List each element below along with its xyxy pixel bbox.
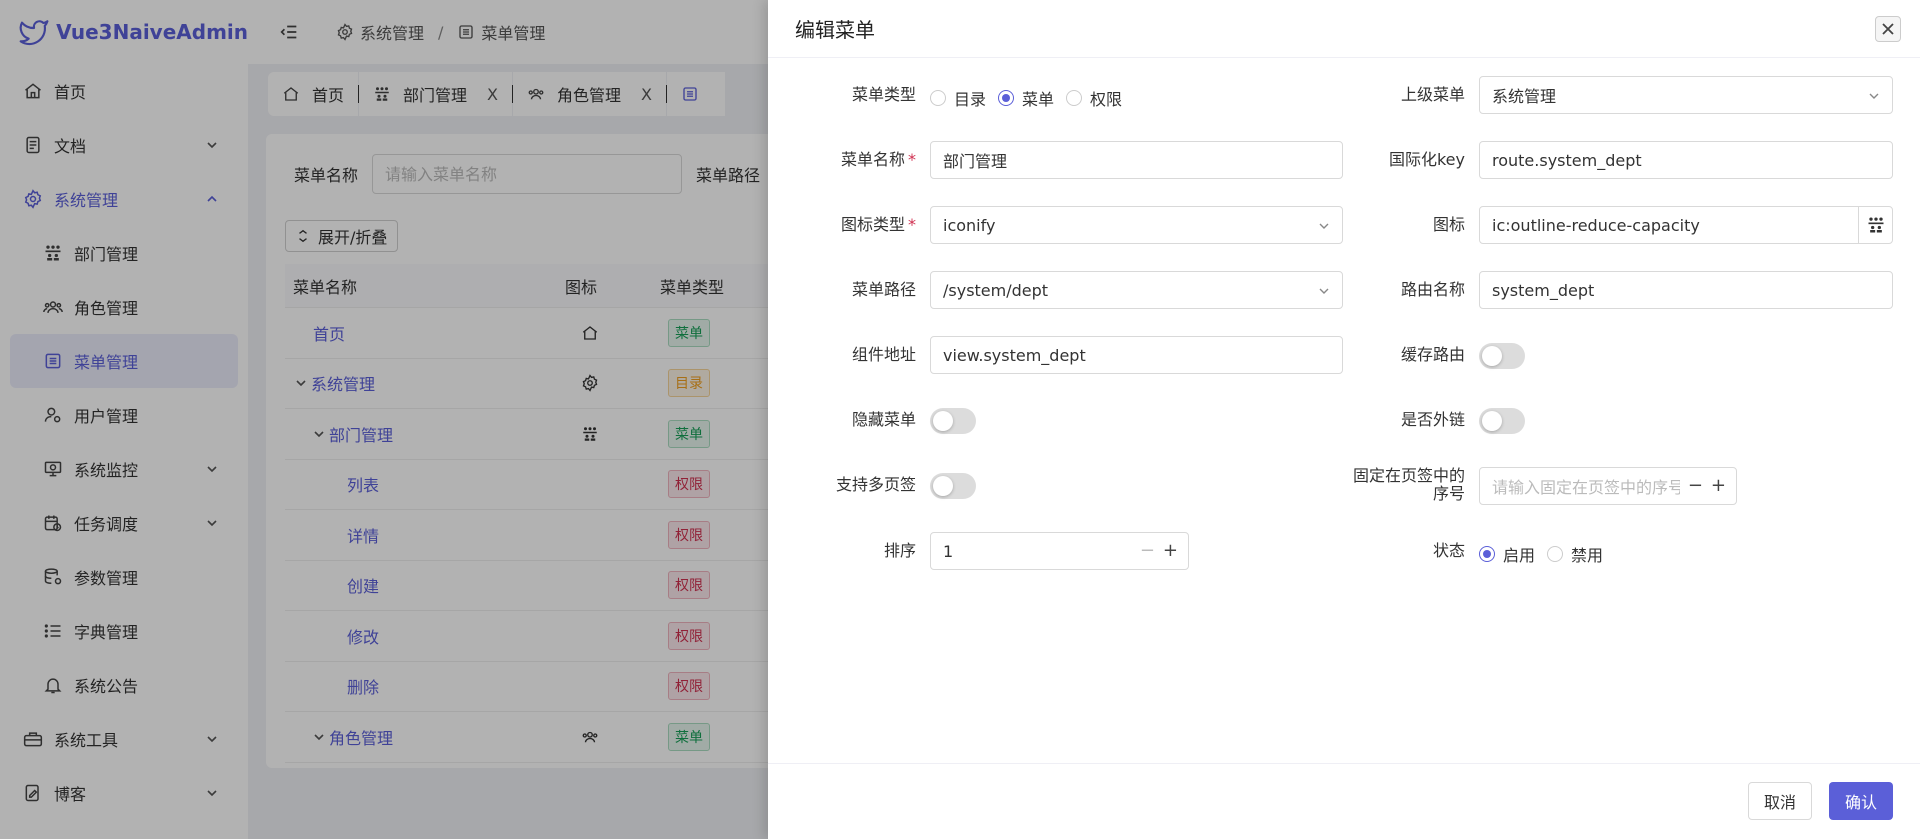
cancel-button[interactable]: 取消 (1748, 782, 1812, 820)
drawer-title: 编辑菜单 (795, 18, 875, 42)
parent-menu-value: 系统管理 (1492, 87, 1557, 106)
multi-tab-label: 支持多页签 (835, 475, 916, 494)
menu-name-value: 部门管理 (943, 152, 1008, 171)
close-icon (1882, 23, 1894, 35)
menu-path-value: /system/dept (943, 280, 1049, 300)
radio-label: 目录 (954, 90, 987, 109)
menu-name-label-text: 菜单名称 (840, 150, 905, 169)
menu-type-radio-group: 目录 菜单 权限 (930, 86, 1134, 110)
drawer-footer: 取消 确认 (768, 763, 1920, 839)
radio-circle (930, 90, 946, 106)
decrement-button[interactable]: − (1140, 542, 1155, 560)
parent-menu-select[interactable]: 系统管理 (1479, 76, 1893, 114)
chevron-down-icon (1869, 93, 1879, 99)
i18n-key-value: route.system_dept (1492, 150, 1642, 170)
required-mark: * (908, 150, 916, 169)
chevron-down-icon (1319, 223, 1329, 229)
radio-enabled[interactable]: 启用 (1479, 542, 1535, 566)
external-link-label: 是否外链 (1400, 410, 1465, 429)
icon-value: ic:outline-reduce-capacity (1492, 215, 1700, 235)
fixed-index-label-line1: 固定在页签中的 (1352, 466, 1465, 485)
radio-permission[interactable]: 权限 (1066, 86, 1122, 110)
icon-type-value: iconify (943, 215, 996, 235)
menu-name-input[interactable]: 部门管理 (930, 141, 1343, 179)
radio-disabled[interactable]: 禁用 (1547, 542, 1603, 566)
icon-type-label-text: 图标类型 (840, 215, 905, 234)
menu-path-label: 菜单路径 (851, 280, 916, 299)
close-button[interactable] (1875, 16, 1901, 42)
increment-button[interactable]: + (1163, 542, 1178, 560)
status-label: 状态 (1432, 541, 1465, 560)
radio-label: 权限 (1090, 90, 1123, 109)
component-label: 组件地址 (851, 345, 916, 364)
i18n-key-label: 国际化key (1388, 150, 1465, 169)
fixed-index-label-line2: 序号 (1432, 484, 1465, 503)
parent-menu-label: 上级菜单 (1400, 85, 1465, 104)
external-link-switch[interactable] (1479, 408, 1525, 434)
sort-label: 排序 (883, 541, 916, 560)
increment-button[interactable]: + (1711, 477, 1726, 495)
keep-alive-label: 缓存路由 (1400, 345, 1465, 364)
fixed-index-label: 固定在页签中的 序号 (1308, 467, 1465, 503)
route-name-value: system_dept (1492, 280, 1595, 300)
component-input[interactable]: view.system_dept (930, 336, 1343, 374)
menu-path-select[interactable]: /system/dept (930, 271, 1343, 309)
icon-type-select[interactable]: iconify (930, 206, 1343, 244)
fixed-index-stepper: − + (1688, 477, 1726, 495)
radio-label: 启用 (1503, 546, 1536, 565)
menu-type-label: 菜单类型 (851, 85, 916, 104)
fixed-index-placeholder: 请输入固定在页签中的序号 (1492, 478, 1680, 497)
edit-menu-drawer: 编辑菜单 菜单类型 目录 菜单 权限 上级菜单 系统管理 菜单名称 * 部门管理 … (768, 0, 1920, 839)
menu-name-label: 菜单名称 * (768, 151, 916, 169)
icon-picker-button[interactable] (1858, 207, 1892, 243)
icon-label: 图标 (1432, 215, 1465, 234)
sort-value: 1 (943, 541, 954, 561)
decrement-button[interactable]: − (1688, 477, 1703, 495)
radio-directory[interactable]: 目录 (930, 86, 986, 110)
radio-circle (1479, 546, 1495, 562)
sort-input[interactable]: 1 − + (930, 532, 1189, 570)
i18n-key-input[interactable]: route.system_dept (1479, 141, 1893, 179)
icon-input[interactable]: ic:outline-reduce-capacity (1479, 206, 1893, 244)
sort-stepper: − + (1140, 542, 1178, 560)
icon-type-label: 图标类型 * (768, 216, 916, 234)
keep-alive-switch[interactable] (1479, 343, 1525, 369)
multi-tab-switch[interactable] (930, 473, 976, 499)
status-radio-group: 启用 禁用 (1479, 542, 1615, 566)
hidden-menu-label: 隐藏菜单 (851, 410, 916, 429)
component-value: view.system_dept (943, 345, 1086, 365)
radio-circle (1066, 90, 1083, 106)
route-name-label: 路由名称 (1400, 280, 1465, 299)
route-name-input[interactable]: system_dept (1479, 271, 1893, 309)
radio-circle (998, 90, 1015, 106)
radio-circle (1547, 546, 1564, 562)
drawer-header: 编辑菜单 (768, 0, 1920, 58)
chevron-down-icon (1319, 288, 1329, 294)
hidden-menu-switch[interactable] (930, 408, 976, 434)
required-mark: * (908, 215, 916, 234)
fixed-index-input[interactable]: 请输入固定在页签中的序号 − + (1479, 467, 1737, 505)
radio-menu[interactable]: 菜单 (998, 86, 1054, 110)
radio-label: 菜单 (1022, 90, 1055, 109)
confirm-button[interactable]: 确认 (1829, 782, 1893, 820)
reduce-capacity-icon (1868, 217, 1883, 233)
radio-label: 禁用 (1571, 546, 1604, 565)
